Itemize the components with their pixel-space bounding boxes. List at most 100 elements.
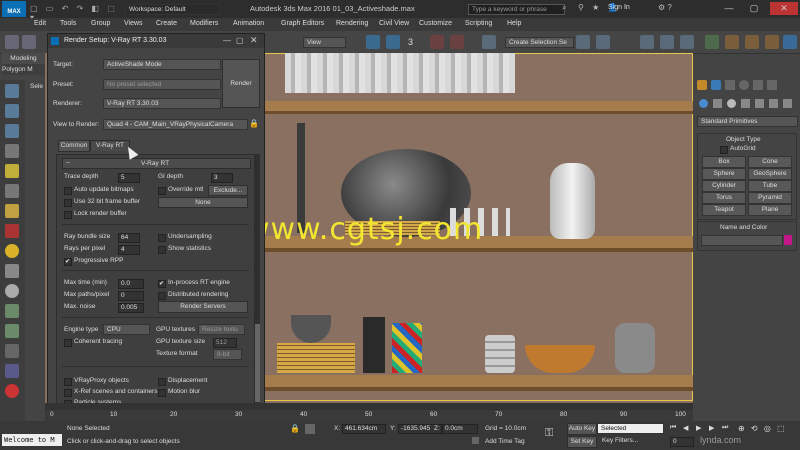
dialog-scrollbar[interactable] xyxy=(255,154,260,409)
motion-blur-checkbox[interactable] xyxy=(158,389,166,397)
search-input[interactable]: Type a keyword or phrase xyxy=(468,4,565,15)
close-button[interactable]: ✕ xyxy=(770,2,798,15)
rotate-icon[interactable] xyxy=(386,35,400,49)
menu-edit[interactable]: Edit xyxy=(34,20,46,27)
edit-named-selection-icon[interactable] xyxy=(482,35,496,49)
utilities-tab-icon[interactable] xyxy=(767,80,777,90)
time-tag-icon[interactable] xyxy=(472,437,479,444)
lock-selection-icon[interactable]: 🔒 xyxy=(290,424,300,433)
undersampling-checkbox[interactable] xyxy=(158,234,166,242)
menu-customize[interactable]: Customize xyxy=(419,20,452,27)
sphere-icon[interactable] xyxy=(5,284,19,298)
plane-button[interactable]: Plane xyxy=(748,204,792,216)
key-icon[interactable]: ⚿ xyxy=(545,427,553,440)
spacewarps-icon[interactable] xyxy=(769,99,778,108)
move-icon[interactable] xyxy=(366,35,380,49)
dialog-minimize-button[interactable]: — xyxy=(223,36,231,45)
a360-icon[interactable] xyxy=(783,35,797,49)
goto-end-icon[interactable]: ⏭ xyxy=(722,424,728,432)
auto-update-checkbox[interactable] xyxy=(64,187,72,195)
redo-icon[interactable] xyxy=(22,35,36,49)
app-logo[interactable]: MAX xyxy=(2,1,26,17)
menu-views[interactable]: Views xyxy=(124,20,143,27)
teapot-icon[interactable] xyxy=(5,144,19,158)
viewport-nav-icons[interactable]: ⊕ ⟲ ◎ ⬚ xyxy=(738,424,787,433)
light-icon[interactable] xyxy=(5,164,19,178)
menu-modifiers[interactable]: Modifiers xyxy=(190,20,218,27)
z-coordinate-input[interactable]: 0.0cm xyxy=(442,424,478,434)
quick-access-icons[interactable]: ▢ ▭ ↶ ↷ ◧ ⬚ ▾ xyxy=(30,4,120,22)
rollout-header[interactable]: V-Ray RT – xyxy=(62,158,251,169)
align-icon[interactable] xyxy=(596,35,610,49)
max-noise-input[interactable]: 0.005 xyxy=(118,303,144,313)
ribbon-tab-polygon[interactable]: Polygon M xyxy=(2,64,45,75)
dialog-maximize-button[interactable]: ▢ xyxy=(236,36,244,45)
lights-icon[interactable] xyxy=(727,99,736,108)
render-setup-dialog[interactable]: Render Setup: V-Ray RT 3.30.03 — ▢ ✕ Tar… xyxy=(47,33,265,413)
menu-civil-view[interactable]: Civil View xyxy=(379,20,409,27)
torus-button[interactable]: Torus xyxy=(702,192,746,204)
xref-checkbox[interactable] xyxy=(64,389,72,397)
pyramid-button[interactable]: Pyramid xyxy=(748,192,792,204)
cone-icon[interactable] xyxy=(5,264,19,278)
render-servers-button[interactable]: Render Servers xyxy=(158,301,248,313)
layer-manager-icon[interactable] xyxy=(5,324,19,338)
auto-key-button[interactable]: Auto Key xyxy=(567,423,597,435)
next-frame-icon[interactable]: ▶ xyxy=(709,424,714,432)
undo-icon[interactable] xyxy=(5,35,19,49)
cone-button[interactable]: Cone xyxy=(748,156,792,168)
curve-editor-icon[interactable] xyxy=(660,35,674,49)
menu-scripting[interactable]: Scripting xyxy=(465,20,492,27)
primitive-category-dropdown[interactable]: Standard Primitives xyxy=(697,116,798,127)
helper-icon[interactable] xyxy=(5,204,19,218)
absolute-mode-icon[interactable] xyxy=(305,424,315,434)
view-dropdown[interactable]: View xyxy=(303,37,346,48)
override-none-button[interactable]: None xyxy=(158,197,248,208)
render-button[interactable]: Render xyxy=(222,59,260,108)
lock-render-checkbox[interactable] xyxy=(64,211,72,219)
sun-icon[interactable] xyxy=(5,244,19,258)
coherent-tracing-checkbox[interactable] xyxy=(64,339,72,347)
mirror-icon[interactable] xyxy=(576,35,590,49)
help-icon[interactable]: ⚙ ? xyxy=(658,3,672,12)
ribbon-select-label[interactable]: Sele xyxy=(30,83,43,90)
sphere-button[interactable]: Sphere xyxy=(702,168,746,180)
max-time-input[interactable]: 0.0 xyxy=(118,279,144,289)
autogrid-checkbox[interactable] xyxy=(720,146,728,154)
snap-toggle-icon[interactable]: 3 xyxy=(408,37,413,47)
time-slider[interactable] xyxy=(45,403,693,410)
geometry-icon[interactable] xyxy=(699,99,708,108)
rendered-frame-window-icon[interactable] xyxy=(745,35,759,49)
camera-icon[interactable] xyxy=(5,184,19,198)
render-setup-icon[interactable] xyxy=(725,35,739,49)
gpu-texture-size-input[interactable]: 512 xyxy=(213,338,237,348)
tab-common[interactable]: Common xyxy=(58,140,90,152)
settings-icon[interactable] xyxy=(5,344,19,358)
maxscript-listener[interactable]: Welcome to M xyxy=(2,434,62,446)
motion-tab-icon[interactable] xyxy=(739,80,749,90)
texture-format-dropdown[interactable]: 8-bit xyxy=(213,349,242,360)
override-mtl-checkbox[interactable] xyxy=(158,187,166,195)
box-button[interactable]: Box xyxy=(702,156,746,168)
ray-bundle-input[interactable]: 64 xyxy=(118,233,140,243)
menu-group[interactable]: Group xyxy=(91,20,110,27)
red-ball-icon[interactable] xyxy=(5,384,19,398)
spacewarp-icon[interactable] xyxy=(5,224,19,238)
add-time-tag[interactable]: Add Time Tag xyxy=(485,438,525,445)
max-paths-input[interactable]: 0 xyxy=(118,291,144,301)
maximize-button[interactable]: ▢ xyxy=(745,2,763,15)
layer-icon[interactable] xyxy=(640,35,654,49)
pin-icon[interactable] xyxy=(5,364,19,378)
helpers-icon[interactable] xyxy=(755,99,764,108)
cylinder-button[interactable]: Cylinder xyxy=(702,180,746,192)
explorer-icon-2[interactable] xyxy=(5,104,19,118)
selected-dropdown[interactable]: Selected xyxy=(597,423,664,434)
lock-icon[interactable]: 🔒 xyxy=(249,119,259,128)
tube-button[interactable]: Tube xyxy=(748,180,792,192)
search-icon[interactable]: ⌕ xyxy=(562,3,566,13)
menu-help[interactable]: Help xyxy=(507,20,521,27)
schematic-view-icon[interactable] xyxy=(680,35,694,49)
exclude-button[interactable]: Exclude... xyxy=(208,185,248,196)
set-key-button[interactable]: Set Key xyxy=(567,436,597,448)
distributed-checkbox[interactable] xyxy=(158,292,166,300)
